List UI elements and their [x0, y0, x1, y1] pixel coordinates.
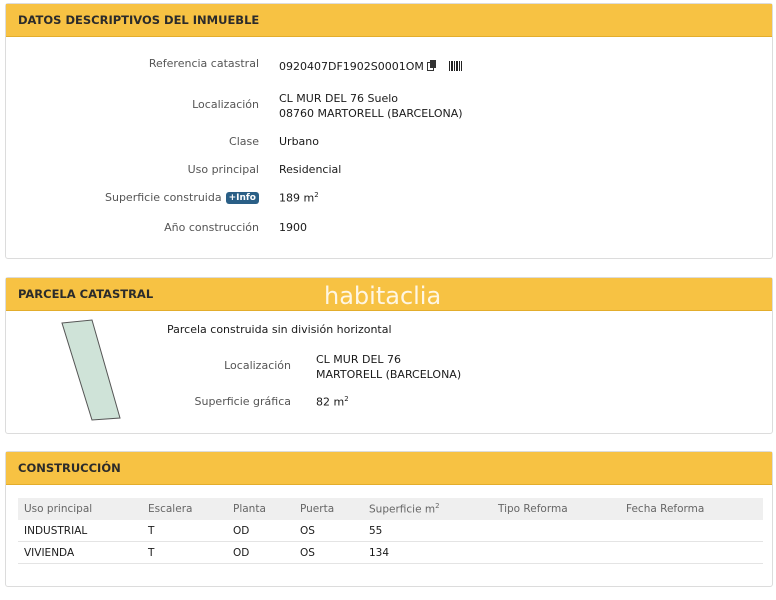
loc-line1: CL MUR DEL 76 Suelo: [279, 92, 399, 105]
parcela-sup-unit: 2: [344, 395, 349, 403]
clase-label: Clase: [229, 135, 259, 148]
loc-line2: 08760 MARTORELL (BARCELONA): [279, 107, 463, 120]
cell-planta: OD: [227, 541, 294, 564]
cell-uso: VIVIENDA: [18, 541, 142, 564]
cell-superficie: 55: [363, 520, 492, 542]
ref-label: Referencia catastral: [148, 57, 259, 70]
parcela-loc-line2: MARTORELL (BARCELONA): [316, 368, 462, 381]
cell-escalera: T: [142, 520, 227, 542]
cell-superficie: 134: [363, 541, 492, 564]
anio-value: 1900: [279, 221, 307, 234]
loc-value: CL MUR DEL 76 Suelo 08760 MARTORELL (BAR…: [279, 91, 463, 121]
table-header-row: Uso principal Escalera Planta Puerta Sup…: [18, 498, 763, 520]
col-superficie: Superficie m2: [363, 498, 492, 520]
parcela-sup-label: Superficie gráfica: [194, 395, 292, 408]
parcela-loc-value: CL MUR DEL 76 MARTORELL (BARCELONA): [316, 352, 461, 382]
table-row: INDUSTRIAL T OD OS 55: [18, 520, 763, 542]
col-fecha-reforma: Fecha Reforma: [620, 498, 763, 520]
sup-label: Superficie construida: [105, 191, 222, 204]
cell-tipo-reforma: [492, 520, 620, 542]
table-row: VIVIENDA T OD OS 134: [18, 541, 763, 564]
parcel-shape: [61, 319, 121, 421]
habitaclia-watermark: habitaclia: [324, 282, 442, 310]
copy-icon[interactable]: [427, 60, 437, 74]
col-escalera: Escalera: [142, 498, 227, 520]
construccion-panel: CONSTRUCCIÓN Uso principal Escalera Plan…: [5, 451, 773, 587]
cell-uso: INDUSTRIAL: [18, 520, 142, 542]
ref-value-group: 0920407DF1902S0001OM: [279, 60, 462, 74]
cell-escalera: T: [142, 541, 227, 564]
parcela-subtitle: Parcela construida sin división horizont…: [167, 323, 392, 336]
ref-value: 0920407DF1902S0001OM: [279, 60, 424, 73]
cell-tipo-reforma: [492, 541, 620, 564]
cell-puerta: OS: [294, 541, 363, 564]
cell-planta: OD: [227, 520, 294, 542]
sup-label-group: Superficie construida +Info: [105, 191, 259, 204]
uso-label: Uso principal: [187, 163, 259, 176]
parcela-loc-label: Localización: [224, 359, 291, 372]
sup-unit: 2: [314, 191, 319, 199]
uso-value: Residencial: [279, 163, 342, 176]
sup-value: 189 m: [279, 191, 315, 205]
construccion-header: CONSTRUCCIÓN: [6, 452, 772, 485]
parcela-sup-value: 82 m: [316, 395, 345, 409]
parcela-sup-value-group: 82 m2: [316, 395, 349, 409]
sup-value-group: 189 m2: [279, 191, 319, 205]
col-planta: Planta: [227, 498, 294, 520]
info-badge[interactable]: +Info: [225, 192, 259, 204]
parcela-loc-line1: CL MUR DEL 76: [316, 353, 402, 366]
clase-value: Urbano: [279, 135, 319, 148]
datos-header: DATOS DESCRIPTIVOS DEL INMUEBLE: [6, 4, 772, 37]
parcel-map[interactable]: [58, 318, 128, 423]
cell-fecha-reforma: [620, 520, 763, 542]
loc-label: Localización: [192, 98, 259, 111]
col-uso: Uso principal: [18, 498, 142, 520]
cell-puerta: OS: [294, 520, 363, 542]
col-puerta: Puerta: [294, 498, 363, 520]
cell-fecha-reforma: [620, 541, 763, 564]
datos-descriptivos-panel: DATOS DESCRIPTIVOS DEL INMUEBLE Referenc…: [5, 3, 773, 259]
construccion-table: Uso principal Escalera Planta Puerta Sup…: [18, 498, 763, 564]
col-tipo-reforma: Tipo Reforma: [492, 498, 620, 520]
anio-label: Año construcción: [164, 221, 259, 234]
barcode-icon[interactable]: [448, 60, 462, 74]
